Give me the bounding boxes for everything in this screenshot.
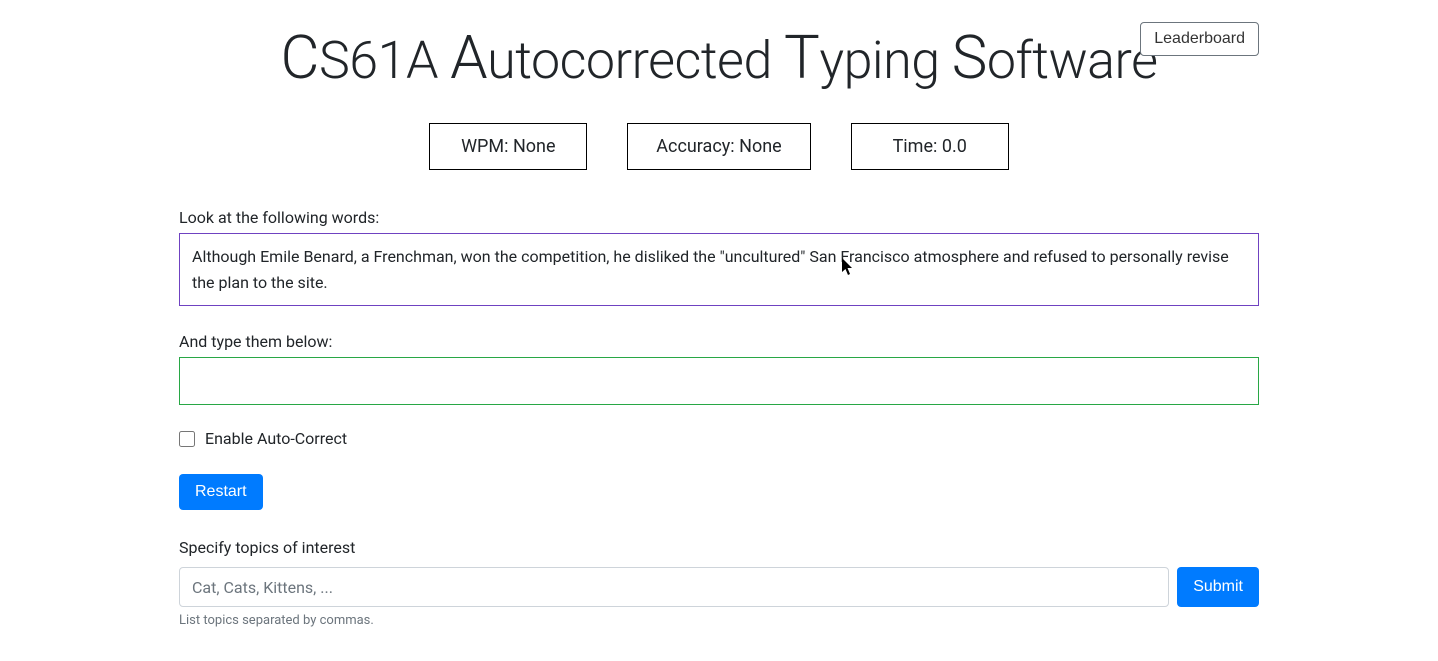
- typing-input[interactable]: [179, 357, 1259, 405]
- accuracy-stat: Accuracy: None: [627, 123, 810, 170]
- time-value: 0.0: [942, 136, 967, 157]
- autocorrect-row: Enable Auto-Correct: [179, 429, 1259, 448]
- accuracy-label: Accuracy:: [656, 136, 739, 157]
- topics-label: Specify topics of interest: [179, 538, 1259, 557]
- title-cap-t: T: [784, 22, 819, 93]
- submit-button[interactable]: Submit: [1177, 567, 1259, 607]
- title-part-s61a: S61A: [319, 30, 450, 91]
- leaderboard-button[interactable]: Leaderboard: [1140, 22, 1259, 56]
- title-part-utocorrected: utocorrected: [487, 30, 784, 91]
- accuracy-value: None: [739, 136, 782, 157]
- prompt-text-box: Although Emile Benard, a Frenchman, won …: [179, 233, 1259, 306]
- title-cap-a: A: [450, 22, 487, 93]
- topics-help-text: List topics separated by commas.: [179, 613, 1259, 628]
- restart-button[interactable]: Restart: [179, 474, 263, 510]
- autocorrect-label[interactable]: Enable Auto-Correct: [205, 429, 347, 448]
- title-part-oftware: oftware: [987, 30, 1158, 91]
- typing-label: And type them below:: [179, 332, 1259, 351]
- title-cap-s: S: [952, 22, 987, 93]
- wpm-label: WPM:: [461, 136, 513, 157]
- time-stat: Time: 0.0: [851, 123, 1009, 170]
- prompt-label: Look at the following words:: [179, 208, 1259, 227]
- stats-row: WPM: None Accuracy: None Time: 0.0: [179, 123, 1259, 170]
- topics-row: Submit: [179, 567, 1259, 607]
- wpm-stat: WPM: None: [429, 123, 587, 170]
- autocorrect-checkbox[interactable]: [179, 431, 195, 447]
- title-part-yping: yping: [819, 30, 951, 91]
- wpm-value: None: [513, 136, 556, 157]
- time-label: Time:: [893, 136, 942, 157]
- topics-input[interactable]: [179, 567, 1169, 607]
- page-title: CS61A Autocorrected Typing Software: [179, 0, 1259, 123]
- title-cap-c: C: [281, 22, 319, 93]
